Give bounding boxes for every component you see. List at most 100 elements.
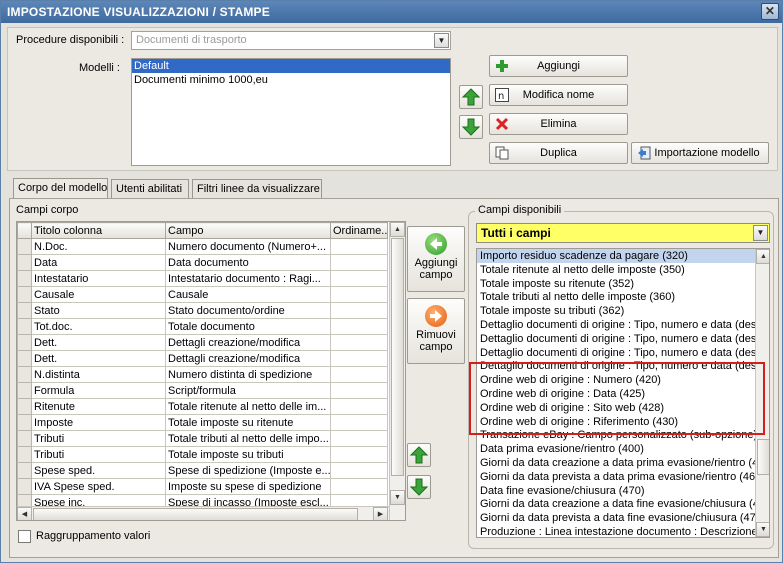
remove-field-button[interactable]: Rimuovi campo	[407, 298, 465, 364]
row-header[interactable]	[17, 366, 32, 383]
field-cell[interactable]: Intestatario documento : Ragi...	[165, 270, 331, 287]
order-cell[interactable]	[330, 350, 388, 367]
field-cell[interactable]: Numero distinta di spedizione	[165, 366, 331, 383]
available-field-item[interactable]: Produzione : Linea intestazione document…	[477, 525, 756, 537]
available-field-item[interactable]: Totale tributi al netto delle imposte (3…	[477, 290, 756, 304]
field-cell[interactable]: Imposte su spese di spedizione	[165, 478, 331, 495]
title-cell[interactable]: Data	[31, 254, 166, 271]
order-cell[interactable]	[330, 446, 388, 463]
scroll-up-icon[interactable]: ▲	[390, 222, 405, 237]
order-cell[interactable]	[330, 286, 388, 303]
title-cell[interactable]: Imposte	[31, 414, 166, 431]
field-cell[interactable]: Numero documento (Numero+...	[165, 238, 331, 255]
row-header[interactable]	[17, 350, 32, 367]
models-list[interactable]: Default Documenti minimo 1000,eu	[131, 58, 451, 166]
table-row[interactable]: N.distinta Numero distinta di spedizione	[17, 366, 388, 383]
table-row[interactable]: N.Doc. Numero documento (Numero+...	[17, 238, 388, 255]
available-filter-select[interactable]: Tutti i campi ▼	[476, 223, 770, 243]
table-row[interactable]: Tributi Totale imposte su tributi	[17, 446, 388, 463]
order-cell[interactable]	[330, 270, 388, 287]
order-cell[interactable]	[330, 382, 388, 399]
table-row[interactable]: Stato Stato documento/ordine	[17, 302, 388, 319]
available-field-item[interactable]: Dettaglio documenti di origine : Tipo, n…	[477, 332, 756, 346]
field-cell[interactable]: Spese di spedizione (Imposte e...	[165, 462, 331, 479]
order-cell[interactable]	[330, 334, 388, 351]
scroll-left-icon[interactable]: ◀	[17, 507, 32, 520]
field-cell[interactable]: Causale	[165, 286, 331, 303]
chevron-down-icon[interactable]: ▼	[434, 33, 449, 48]
field-cell[interactable]: Totale imposte su tributi	[165, 446, 331, 463]
field-cell[interactable]: Script/formula	[165, 382, 331, 399]
table-row[interactable]: IVA Spese sped. Imposte su spese di spedi…	[17, 478, 388, 495]
import-model-button[interactable]: Importazione modello	[631, 142, 769, 164]
scroll-thumb[interactable]	[757, 439, 769, 475]
table-row[interactable]: Dett. Dettagli creazione/modifica	[17, 350, 388, 367]
order-cell[interactable]	[330, 414, 388, 431]
close-button[interactable]: ✕	[761, 3, 779, 20]
title-cell[interactable]: N.Doc.	[31, 238, 166, 255]
scroll-thumb[interactable]	[391, 238, 404, 476]
col-header-title[interactable]: Titolo colonna	[31, 222, 166, 239]
body-fields-grid[interactable]: Titolo colonna Campo Ordiname... N.Doc. N…	[16, 221, 406, 521]
table-row[interactable]: Data Data documento	[17, 254, 388, 271]
row-header[interactable]	[17, 478, 32, 495]
title-cell[interactable]: Tributi	[31, 430, 166, 447]
available-field-item[interactable]: Giorni da data prevista a data prima eva…	[477, 470, 756, 484]
title-cell[interactable]: Formula	[31, 382, 166, 399]
title-cell[interactable]: Stato	[31, 302, 166, 319]
scroll-down-icon[interactable]: ▼	[756, 522, 769, 537]
grid-horizontal-scrollbar[interactable]: ◀ ▶	[17, 506, 389, 520]
move-up-button[interactable]	[459, 85, 483, 109]
available-field-item[interactable]: Dettaglio documenti di origine : Tipo, n…	[477, 318, 756, 332]
h-scroll-thumb[interactable]	[33, 508, 358, 520]
field-move-down-button[interactable]	[407, 475, 431, 499]
chevron-down-icon[interactable]: ▼	[753, 225, 768, 241]
order-cell[interactable]	[330, 366, 388, 383]
table-row[interactable]: Intestatario Intestatario documento : Rag…	[17, 270, 388, 287]
title-cell[interactable]: Spese sped.	[31, 462, 166, 479]
col-header-field[interactable]: Campo	[165, 222, 331, 239]
table-row[interactable]: Causale Causale	[17, 286, 388, 303]
tab-corpo-modello[interactable]: Corpo del modello	[13, 178, 108, 199]
scroll-right-icon[interactable]: ▶	[373, 507, 388, 520]
row-header[interactable]	[17, 254, 32, 271]
col-header-order[interactable]: Ordiname...	[330, 222, 388, 239]
available-field-item[interactable]: Giorni da data creazione a data prima ev…	[477, 456, 756, 470]
available-field-item[interactable]: Totale ritenute al netto delle imposte (…	[477, 263, 756, 277]
procedure-select[interactable]: Documenti di trasporto ▼	[131, 31, 451, 50]
tab-filtri-linee[interactable]: Filtri linee da visualizzare	[192, 179, 322, 199]
title-cell[interactable]: Causale	[31, 286, 166, 303]
field-cell[interactable]: Totale tributi al netto delle impo...	[165, 430, 331, 447]
title-cell[interactable]: Tributi	[31, 446, 166, 463]
scroll-down-icon[interactable]: ▼	[390, 490, 405, 505]
order-cell[interactable]	[330, 478, 388, 495]
field-move-up-button[interactable]	[407, 443, 431, 467]
move-down-button[interactable]	[459, 115, 483, 139]
row-header[interactable]	[17, 318, 32, 335]
row-header[interactable]	[17, 286, 32, 303]
available-field-item[interactable]: Data prima evasione/rientro (400)	[477, 442, 756, 456]
duplicate-model-button[interactable]: Duplica	[489, 142, 628, 164]
table-row[interactable]: Spese sped. Spese di spedizione (Imposte …	[17, 462, 388, 479]
title-cell[interactable]: IVA Spese sped.	[31, 478, 166, 495]
order-cell[interactable]	[330, 462, 388, 479]
order-cell[interactable]	[330, 238, 388, 255]
row-header[interactable]	[17, 430, 32, 447]
available-field-item[interactable]: Totale imposte su tributi (362)	[477, 304, 756, 318]
row-header[interactable]	[17, 462, 32, 479]
row-header[interactable]	[17, 446, 32, 463]
table-row[interactable]: Tributi Totale tributi al netto delle imp…	[17, 430, 388, 447]
field-cell[interactable]: Dettagli creazione/modifica	[165, 334, 331, 351]
table-row[interactable]: Tot.doc. Totale documento	[17, 318, 388, 335]
available-field-item[interactable]: Importo residuo scadenze da pagare (320)	[477, 249, 756, 263]
available-field-item[interactable]: Giorni da data creazione a data fine eva…	[477, 497, 756, 511]
row-header[interactable]	[17, 382, 32, 399]
grouping-checkbox[interactable]	[18, 530, 31, 543]
row-header[interactable]	[17, 238, 32, 255]
available-field-item[interactable]: Totale imposte su ritenute (352)	[477, 277, 756, 291]
available-field-item[interactable]: Dettaglio documenti di origine : Tipo, n…	[477, 346, 756, 360]
field-cell[interactable]: Stato documento/ordine	[165, 302, 331, 319]
row-header[interactable]	[17, 398, 32, 415]
order-cell[interactable]	[330, 254, 388, 271]
table-row[interactable]: Formula Script/formula	[17, 382, 388, 399]
